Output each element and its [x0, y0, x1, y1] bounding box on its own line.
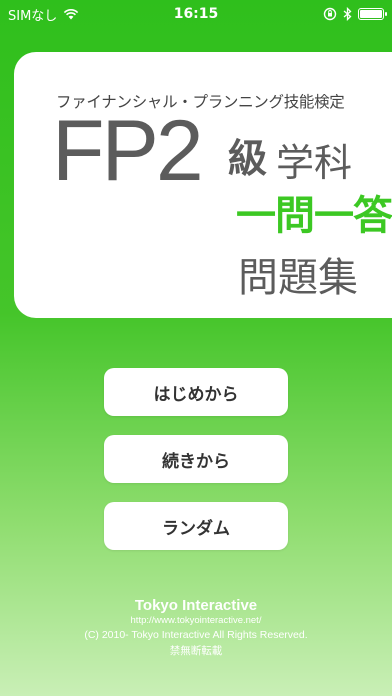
- random-button[interactable]: ランダム: [104, 502, 288, 550]
- wifi-icon: [64, 9, 79, 20]
- status-left: SIMなし: [8, 5, 79, 24]
- orientation-lock-icon: [323, 7, 337, 21]
- status-bar: SIMなし 16:15: [0, 0, 392, 28]
- battery-fill: [360, 10, 382, 18]
- footer-no-reprint-note: 禁無断転載: [169, 645, 223, 657]
- title-fp2: FP2: [52, 103, 204, 199]
- title-kyu: 級: [228, 137, 268, 182]
- title-mondaishu: 問題集: [238, 255, 358, 301]
- footer-brand-logo: Tokyo Interactive: [134, 597, 258, 614]
- title-ichimon-itto: 一問一答: [236, 193, 392, 239]
- footer-copyright: (C) 2010- Tokyo Interactive All Rights R…: [84, 629, 308, 641]
- bluetooth-icon: [343, 7, 352, 21]
- carrier-label: SIMなし: [8, 8, 58, 24]
- status-right: [323, 7, 387, 21]
- footer-url: http://www.tokyointeractive.net/: [130, 615, 262, 626]
- continue-button[interactable]: 続きから: [104, 435, 288, 483]
- battery-icon: [358, 8, 387, 20]
- start-from-beginning-button[interactable]: はじめから: [104, 368, 288, 416]
- title-gakka: 学科: [276, 141, 353, 185]
